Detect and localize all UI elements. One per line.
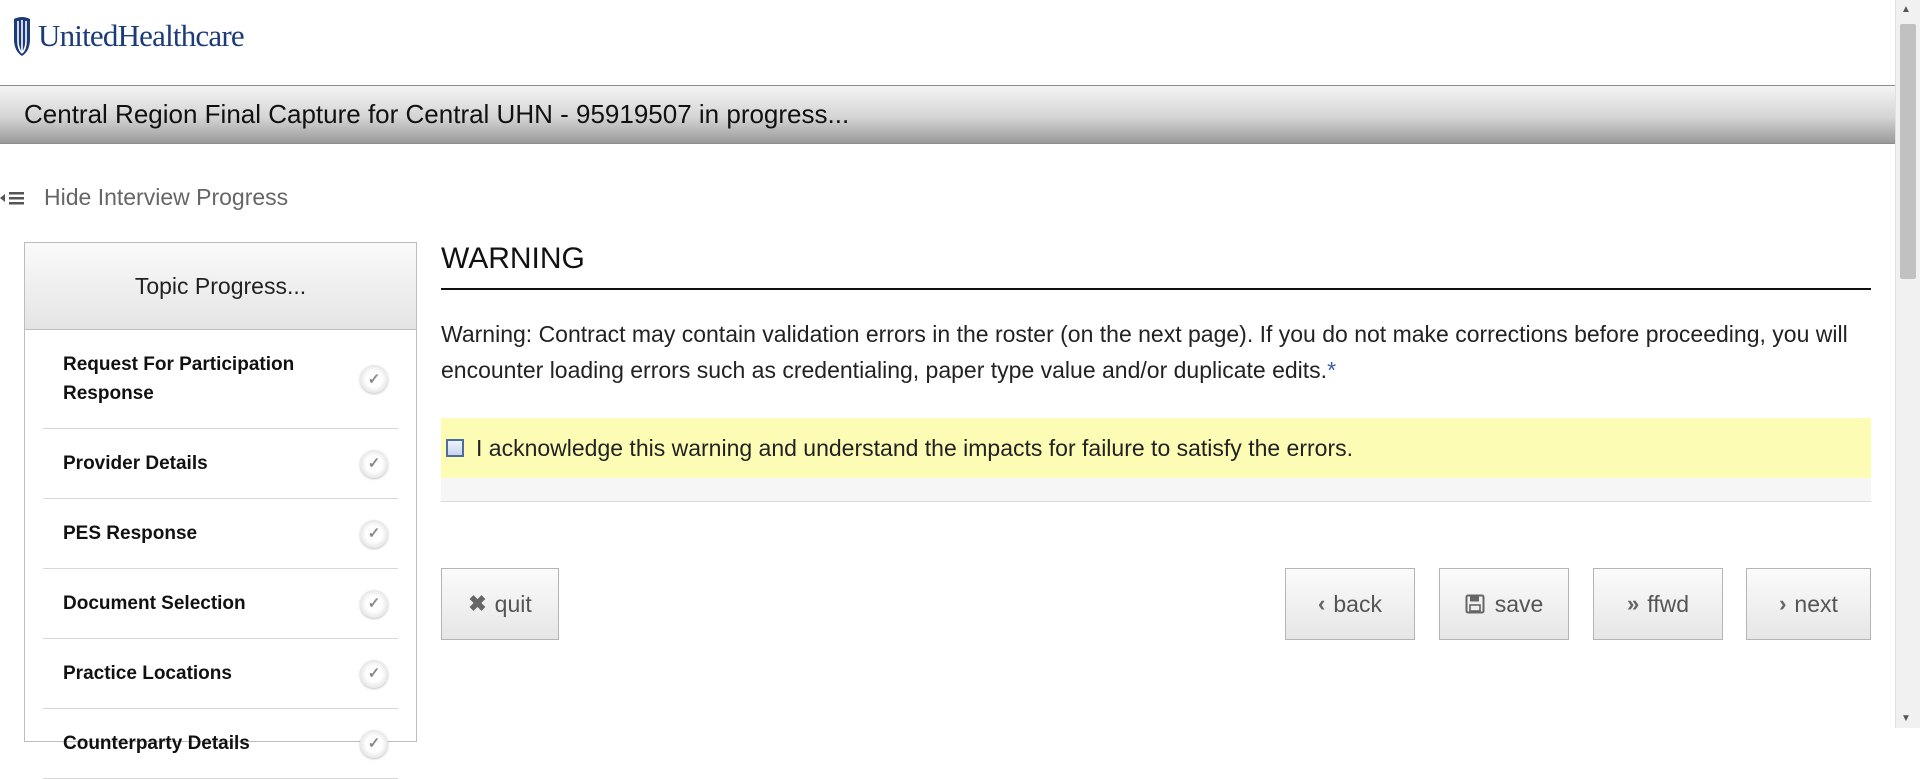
title-bar: Central Region Final Capture for Central… — [0, 85, 1895, 144]
topic-item[interactable]: Practice Locations ✓ — [43, 639, 398, 709]
save-label: save — [1494, 590, 1544, 617]
acknowledge-footer — [441, 478, 1871, 502]
check-icon: ✓ — [360, 365, 388, 393]
vertical-scrollbar[interactable]: ▲ ▼ — [1895, 0, 1920, 728]
back-label: back — [1333, 590, 1382, 617]
scroll-up-arrow-icon[interactable]: ▲ — [1901, 4, 1911, 15]
topic-progress-heading: Topic Progress... — [25, 243, 416, 330]
close-icon: ✖ — [468, 591, 487, 616]
floppy-disk-icon — [1465, 594, 1485, 614]
topic-label: Document Selection — [63, 593, 246, 614]
required-asterisk: * — [1327, 357, 1337, 383]
page-title: Central Region Final Capture for Central… — [24, 99, 850, 129]
main-content: WARNING Warning: Contract may contain va… — [441, 240, 1871, 502]
ffwd-label: ffwd — [1647, 590, 1690, 617]
topic-label: Provider Details — [63, 453, 208, 474]
hide-progress-toggle[interactable]: Hide Interview Progress — [0, 184, 288, 211]
topic-label: PES Response — [63, 523, 198, 544]
topic-item[interactable]: Document Selection ✓ — [43, 569, 398, 639]
warning-text: Warning: Contract may contain validation… — [441, 321, 1848, 383]
shield-logo-icon — [14, 17, 30, 56]
quit-button[interactable]: ✖ quit — [441, 568, 559, 640]
acknowledge-checkbox[interactable] — [446, 439, 464, 457]
check-icon: ✓ — [360, 449, 388, 478]
check-icon: ✓ — [360, 519, 388, 548]
double-chevron-right-icon: » — [1626, 591, 1640, 616]
quit-label: quit — [494, 590, 532, 617]
topic-label: Request For Participation Response — [63, 354, 295, 404]
acknowledge-label[interactable]: I acknowledge this warning and understan… — [476, 435, 1353, 462]
check-icon: ✓ — [360, 589, 388, 618]
acknowledge-row[interactable]: I acknowledge this warning and understan… — [441, 418, 1871, 478]
logo-text: UnitedHealthcare — [38, 18, 245, 53]
scroll-down-arrow-icon[interactable]: ▼ — [1901, 713, 1911, 724]
scrollbar-thumb[interactable] — [1900, 24, 1916, 279]
topic-item[interactable]: PES Response ✓ — [43, 499, 398, 569]
next-label: next — [1794, 590, 1838, 617]
chevron-right-icon: › — [1779, 591, 1787, 616]
unitedhealthcare-logo: UnitedHealthcare — [12, 14, 245, 58]
back-button[interactable]: ‹ back — [1285, 568, 1415, 640]
hide-progress-label: Hide Interview Progress — [44, 184, 289, 210]
topic-progress-panel: Topic Progress... Request For Participat… — [24, 242, 417, 779]
check-icon: ✓ — [360, 659, 388, 688]
topic-label: Counterparty Details — [63, 733, 250, 754]
warning-heading: WARNING — [441, 240, 1871, 290]
collapse-menu-icon — [0, 191, 24, 204]
topic-item[interactable]: Request For Participation Response ✓ — [43, 330, 398, 429]
topic-label: Practice Locations — [63, 663, 232, 684]
warning-message: Warning: Contract may contain validation… — [441, 316, 1871, 388]
save-button[interactable]: save — [1439, 568, 1569, 640]
topic-item[interactable]: Counterparty Details ✓ — [43, 709, 398, 779]
topic-item[interactable]: Provider Details ✓ — [43, 429, 398, 499]
ffwd-button[interactable]: » ffwd — [1593, 568, 1723, 640]
next-button[interactable]: › next — [1746, 568, 1871, 640]
chevron-left-icon: ‹ — [1318, 591, 1326, 616]
check-icon: ✓ — [360, 729, 388, 758]
